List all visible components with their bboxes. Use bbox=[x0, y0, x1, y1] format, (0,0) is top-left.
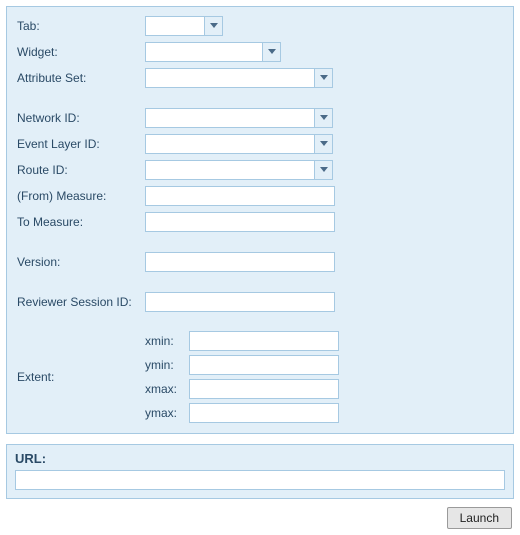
tab-dropdown-button[interactable] bbox=[204, 17, 222, 35]
chevron-down-icon bbox=[320, 115, 328, 121]
network-id-combo[interactable] bbox=[145, 108, 333, 128]
attribute-set-label: Attribute Set: bbox=[17, 71, 145, 85]
to-measure-input[interactable] bbox=[145, 212, 335, 232]
reviewer-session-label: Reviewer Session ID: bbox=[17, 295, 145, 309]
tab-combo[interactable] bbox=[145, 16, 223, 36]
widget-input[interactable] bbox=[146, 43, 262, 61]
network-id-label: Network ID: bbox=[17, 111, 145, 125]
url-panel: URL: bbox=[6, 444, 514, 499]
from-measure-input[interactable] bbox=[145, 186, 335, 206]
params-panel: Tab: Widget: Attribute Set: bbox=[6, 6, 514, 434]
ymax-input[interactable] bbox=[189, 403, 339, 423]
route-id-combo[interactable] bbox=[145, 160, 333, 180]
to-measure-label: To Measure: bbox=[17, 215, 145, 229]
chevron-down-icon bbox=[320, 167, 328, 173]
route-id-dropdown-button[interactable] bbox=[314, 161, 332, 179]
event-layer-id-combo[interactable] bbox=[145, 134, 333, 154]
attribute-set-combo[interactable] bbox=[145, 68, 333, 88]
xmax-label: xmax: bbox=[145, 382, 189, 396]
version-label: Version: bbox=[17, 255, 145, 269]
xmin-label: xmin: bbox=[145, 334, 189, 348]
attribute-set-input[interactable] bbox=[146, 69, 314, 87]
ymin-label: ymin: bbox=[145, 358, 189, 372]
chevron-down-icon bbox=[268, 49, 276, 55]
widget-label: Widget: bbox=[17, 45, 145, 59]
xmin-input[interactable] bbox=[189, 331, 339, 351]
event-layer-id-label: Event Layer ID: bbox=[17, 137, 145, 151]
extent-label: Extent: bbox=[17, 370, 145, 384]
url-label: URL: bbox=[15, 451, 505, 466]
event-layer-id-input[interactable] bbox=[146, 135, 314, 153]
widget-dropdown-button[interactable] bbox=[262, 43, 280, 61]
attribute-set-dropdown-button[interactable] bbox=[314, 69, 332, 87]
network-id-dropdown-button[interactable] bbox=[314, 109, 332, 127]
from-measure-label: (From) Measure: bbox=[17, 189, 145, 203]
ymax-label: ymax: bbox=[145, 406, 189, 420]
tab-label: Tab: bbox=[17, 19, 145, 33]
url-input[interactable] bbox=[15, 470, 505, 490]
network-id-input[interactable] bbox=[146, 109, 314, 127]
xmax-input[interactable] bbox=[189, 379, 339, 399]
chevron-down-icon bbox=[210, 23, 218, 29]
route-id-label: Route ID: bbox=[17, 163, 145, 177]
version-input[interactable] bbox=[145, 252, 335, 272]
chevron-down-icon bbox=[320, 75, 328, 81]
widget-combo[interactable] bbox=[145, 42, 281, 62]
extent-grid: xmin: ymin: xmax: ymax: bbox=[145, 331, 339, 423]
chevron-down-icon bbox=[320, 141, 328, 147]
ymin-input[interactable] bbox=[189, 355, 339, 375]
event-layer-id-dropdown-button[interactable] bbox=[314, 135, 332, 153]
launch-button[interactable]: Launch bbox=[447, 507, 512, 529]
reviewer-session-input[interactable] bbox=[145, 292, 335, 312]
route-id-input[interactable] bbox=[146, 161, 314, 179]
tab-input[interactable] bbox=[146, 17, 204, 35]
